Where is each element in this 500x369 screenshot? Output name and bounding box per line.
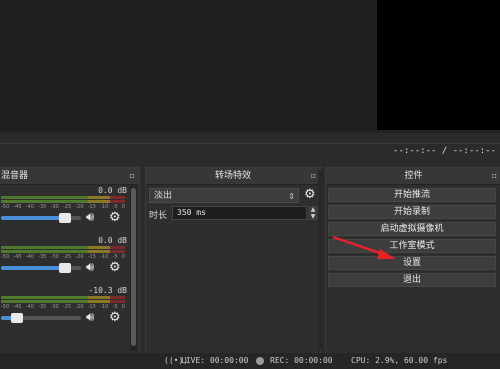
meter-ticks: -50 -45 -40 -35 -30 -25 -20 -15 -10 -5 0: [1, 204, 125, 210]
meter-tick-label: -40: [25, 254, 34, 260]
rec-status: REC: 00:00:00: [270, 356, 333, 365]
meter-tick-label: -40: [25, 304, 34, 310]
transitions-title: 转场特效: [214, 171, 251, 181]
start-virtual-camera-button[interactable]: 启动虚拟摄像机: [328, 222, 496, 236]
meter-tick-label: -10: [100, 304, 109, 310]
cpu-status: CPU: 2.9%, 60.00 fps: [351, 356, 448, 365]
duration-spinner[interactable]: ▲ ▼: [308, 206, 318, 220]
transitions-header: 转场特效 ▫: [146, 168, 320, 185]
preview-divider: [0, 130, 500, 133]
mixer-channel: -10.3 dB -50 -45 -40 -35 -30 -25 -20 -15 -10 -5 0 …: [0, 286, 129, 334]
meter-tick-label: -40: [25, 204, 34, 210]
meter-tick-label: -50: [1, 254, 10, 260]
meter-tick-label: -45: [13, 204, 22, 210]
meter-tick-label: -35: [38, 304, 47, 310]
meter-tick-label: -25: [62, 304, 72, 310]
meter-tick-label: -20: [75, 254, 84, 260]
meter-tick-label: -50: [1, 304, 10, 310]
channel-meter: [1, 200, 125, 203]
separator-line: [0, 143, 500, 144]
exit-button[interactable]: 退出: [328, 273, 496, 287]
channel-db-readout: -10.3 dB: [88, 286, 127, 295]
speaker-icon[interactable]: 🔊︎: [86, 260, 94, 275]
meter-tick-label: -25: [62, 254, 72, 260]
record-dot-icon: [256, 357, 264, 365]
controls-panel: 控件 ▫ 开始推流 开始录制 启动虚拟摄像机 工作室模式 设置 退出: [325, 167, 500, 355]
meter-ticks: -50 -45 -40 -35 -30 -25 -20 -15 -10 -5 0: [1, 254, 125, 260]
gear-icon[interactable]: ⚙: [109, 210, 121, 225]
mixer-header: 混音器 ▫: [0, 168, 139, 185]
channel-meter: [1, 250, 125, 253]
meter-tick-label: -30: [50, 204, 59, 210]
timecode-display: --:--:-- / --:--:--: [393, 146, 496, 156]
meter-tick-label: -20: [75, 304, 84, 310]
gear-icon[interactable]: ⚙: [304, 187, 316, 202]
volume-slider[interactable]: [1, 263, 81, 273]
start-recording-button[interactable]: 开始录制: [328, 205, 496, 219]
meter-tick-label: -20: [75, 204, 84, 210]
channel-db-readout: 0.0 dB: [98, 236, 127, 245]
controls-undock-icon[interactable]: ▫: [492, 168, 497, 184]
duration-input[interactable]: 350 ms: [172, 206, 307, 220]
volume-slider[interactable]: [1, 313, 81, 323]
scene-transitions-panel: 转场特效 ▫ 淡出 ⇕ ⚙ 时长 350 ms ▲ ▼: [145, 167, 321, 355]
transition-selected-value: 淡出: [154, 191, 173, 201]
settings-button[interactable]: 设置: [328, 256, 496, 270]
meter-tick-label: 0: [121, 204, 125, 210]
speaker-icon[interactable]: 🔊︎: [86, 210, 94, 225]
controls-title: 控件: [404, 171, 423, 181]
meter-tick-label: 0: [121, 254, 125, 260]
status-bar: ((•)) LIVE: 00:00:00 REC: 00:00:00 CPU: …: [0, 353, 500, 369]
preview-background: [0, 0, 377, 130]
meter-tick-label: -30: [50, 254, 59, 260]
panel-splitter[interactable]: [318, 170, 322, 350]
mixer-channel: 0.0 dB -50 -45 -40 -35 -30 -25 -20 -15 -10 -5 0 🔊︎…: [0, 186, 129, 234]
gear-icon[interactable]: ⚙: [109, 260, 121, 275]
controls-header: 控件 ▫: [326, 168, 500, 185]
speaker-icon[interactable]: 🔊︎: [86, 310, 94, 325]
meter-tick-label: -10: [100, 254, 109, 260]
volume-slider[interactable]: [1, 213, 81, 223]
channel-meter: [1, 246, 125, 249]
channel-meter: [1, 300, 125, 303]
mixer-scrollbar[interactable]: [130, 186, 137, 351]
duration-label: 时长: [149, 211, 168, 221]
mixer-channel: 0.0 dB -50 -45 -40 -35 -30 -25 -20 -15 -10 -5 0 🔊︎…: [0, 236, 129, 284]
meter-ticks: -50 -45 -40 -35 -30 -25 -20 -15 -10 -5 0: [1, 304, 125, 310]
channel-meter: [1, 296, 125, 299]
mixer-undock-icon[interactable]: ▫: [130, 168, 135, 184]
meter-tick-label: -35: [38, 204, 47, 210]
gear-icon[interactable]: ⚙: [109, 310, 121, 325]
meter-tick-label: -10: [100, 204, 109, 210]
program-preview[interactable]: [377, 0, 500, 130]
select-updown-icon: ⇕: [288, 192, 295, 201]
start-streaming-button[interactable]: 开始推流: [328, 188, 496, 202]
audio-mixer-panel: 混音器 ▫ 0.0 dB -50 -45 -40 -35 -30 -25 -20 -15 -10…: [0, 167, 140, 355]
mixer-title: 混音器: [1, 171, 29, 181]
meter-tick-label: -45: [13, 254, 22, 260]
live-status: LIVE: 00:00:00: [181, 356, 249, 365]
studio-mode-button[interactable]: 工作室模式: [328, 239, 496, 253]
meter-tick-label: 0: [121, 304, 125, 310]
channel-db-readout: 0.0 dB: [98, 186, 127, 195]
meter-tick-label: -25: [62, 204, 72, 210]
transitions-undock-icon[interactable]: ▫: [311, 168, 316, 184]
meter-tick-label: -30: [50, 304, 59, 310]
channel-meter: [1, 196, 125, 199]
transition-select[interactable]: 淡出 ⇕: [149, 188, 299, 203]
meter-tick-label: -50: [1, 204, 10, 210]
meter-tick-label: -35: [38, 254, 47, 260]
meter-tick-label: -45: [13, 304, 22, 310]
